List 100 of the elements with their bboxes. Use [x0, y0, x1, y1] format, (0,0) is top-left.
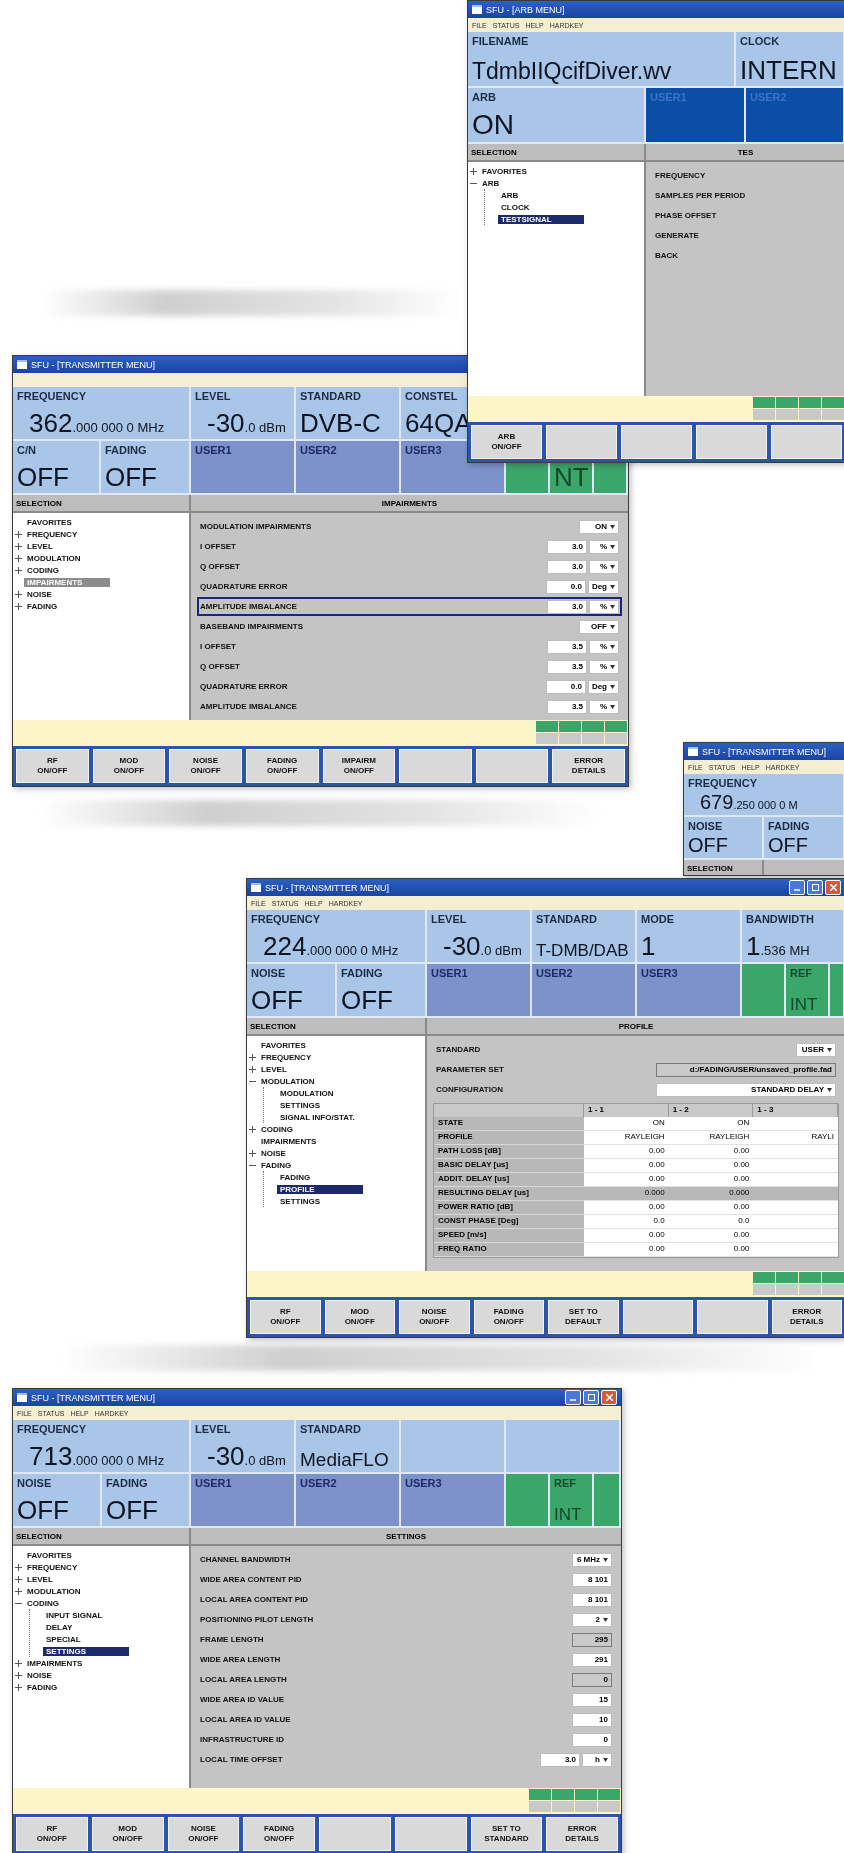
expand-icon[interactable]: [15, 1683, 22, 1691]
tree-item[interactable]: FREQUENCY: [24, 1562, 81, 1572]
tree-item[interactable]: SIGNAL INFO/STAT.: [277, 1112, 358, 1122]
dropdown[interactable]: 6 MHz: [572, 1552, 612, 1567]
expand-icon[interactable]: [15, 554, 22, 562]
input-field[interactable]: 3.5: [547, 659, 587, 674]
tree-item[interactable]: ARB: [479, 178, 503, 188]
tree-item[interactable]: CODING: [24, 565, 62, 575]
softkey[interactable]: ERROR DETAILS: [552, 749, 625, 783]
close-button[interactable]: [601, 1390, 617, 1405]
expand-icon[interactable]: [249, 1149, 256, 1157]
unit-dropdown[interactable]: %: [589, 559, 619, 574]
expand-icon[interactable]: [15, 1575, 22, 1583]
softkey[interactable]: NOISE ON/OFF: [167, 1817, 240, 1851]
close-button[interactable]: [825, 880, 841, 895]
unit-dropdown[interactable]: %: [589, 599, 619, 614]
tree-item[interactable]: FREQUENCY: [24, 529, 81, 539]
unit-dropdown[interactable]: Deg: [587, 679, 619, 694]
minimize-button[interactable]: [565, 1390, 581, 1405]
input-field[interactable]: 3.0: [547, 539, 587, 554]
input-field[interactable]: 10: [572, 1712, 612, 1727]
softkey[interactable]: FADING ON/OFF: [243, 1817, 315, 1851]
tree-item[interactable]: IMPAIRMENTS: [258, 1136, 320, 1146]
softkey[interactable]: SET TO DEFAULT: [548, 1300, 619, 1334]
readonly-field[interactable]: d:/FADING/USER/unsaved_profile.fad: [656, 1062, 836, 1077]
tree-item[interactable]: CODING: [24, 1598, 62, 1608]
tree-item[interactable]: CLOCK: [498, 202, 533, 212]
expand-icon[interactable]: [15, 602, 22, 610]
blank-softkey[interactable]: [475, 749, 549, 783]
tree-item[interactable]: LEVEL: [24, 1574, 56, 1584]
tree-item[interactable]: FADING: [24, 601, 61, 611]
input-field[interactable]: 3.0: [540, 1752, 580, 1767]
expand-icon[interactable]: [15, 1563, 22, 1571]
tree-item[interactable]: LEVEL: [24, 541, 56, 551]
tree-item[interactable]: FAVORITES: [24, 1550, 75, 1560]
minimize-button[interactable]: [789, 880, 805, 895]
tree-item[interactable]: TESTSIGNAL: [498, 214, 584, 224]
tree-item[interactable]: FAVORITES: [258, 1040, 309, 1050]
readonly-field[interactable]: 295: [572, 1632, 612, 1647]
unit-dropdown[interactable]: %: [589, 659, 619, 674]
unit-dropdown[interactable]: h: [582, 1752, 612, 1767]
input-field[interactable]: 8 101: [572, 1592, 612, 1607]
expand-icon[interactable]: [15, 590, 22, 598]
unit-dropdown[interactable]: %: [589, 539, 619, 554]
tree-item[interactable]: NOISE: [24, 589, 55, 599]
expand-icon[interactable]: [249, 1125, 256, 1133]
softkey[interactable]: MOD ON/OFF: [324, 1300, 395, 1334]
tree-item[interactable]: SETTINGS: [43, 1646, 129, 1656]
input-field[interactable]: 15: [572, 1692, 612, 1707]
softkey[interactable]: RF ON/OFF: [250, 1300, 321, 1334]
unit-dropdown[interactable]: %: [589, 699, 619, 714]
input-field[interactable]: 291: [572, 1652, 612, 1667]
expand-icon[interactable]: [249, 1053, 256, 1061]
unit-dropdown[interactable]: %: [589, 639, 619, 654]
expand-icon[interactable]: [470, 167, 477, 175]
dropdown[interactable]: ON: [579, 519, 619, 534]
tree-item[interactable]: FAVORITES: [24, 517, 75, 527]
tree-item[interactable]: NOISE: [24, 1670, 55, 1680]
softkey[interactable]: ERROR DETAILS: [546, 1817, 618, 1851]
expand-icon[interactable]: [15, 566, 22, 574]
dropdown[interactable]: STANDARD DELAY: [656, 1082, 836, 1097]
input-field[interactable]: 0.0: [545, 579, 586, 594]
tree-item[interactable]: CODING: [258, 1124, 296, 1134]
tree-item[interactable]: PROFILE: [277, 1184, 363, 1194]
unit-dropdown[interactable]: Deg: [587, 579, 619, 594]
tree-item[interactable]: SETTINGS: [277, 1100, 323, 1110]
input-field[interactable]: 3.0: [547, 559, 587, 574]
softkey[interactable]: MOD ON/OFF: [91, 1817, 164, 1851]
maximize-button[interactable]: [807, 880, 823, 895]
input-field[interactable]: 0: [572, 1732, 612, 1747]
tree-item[interactable]: SPECIAL: [43, 1634, 84, 1644]
tree-item[interactable]: FADING: [258, 1160, 295, 1170]
tree-item[interactable]: FREQUENCY: [258, 1052, 315, 1062]
softkey[interactable]: SET TO STANDARD: [470, 1817, 543, 1851]
expand-icon[interactable]: [15, 1671, 22, 1679]
softkey[interactable]: RF ON/OFF: [16, 1817, 88, 1851]
input-field[interactable]: 0.0: [545, 679, 586, 694]
softkey[interactable]: FADING ON/OFF: [473, 1300, 544, 1334]
input-field[interactable]: 8 101: [572, 1572, 612, 1587]
tree-item[interactable]: MODULATION: [24, 1586, 84, 1596]
tree-item[interactable]: FADING: [24, 1682, 61, 1692]
tree-item[interactable]: IMPAIRMENTS: [24, 1658, 86, 1668]
softkey[interactable]: ARB ON/OFF: [471, 425, 542, 459]
input-field[interactable]: 3.5: [547, 699, 587, 714]
softkey[interactable]: RF ON/OFF: [16, 749, 89, 783]
tree-item[interactable]: INPUT SIGNAL: [43, 1610, 106, 1620]
tree-item[interactable]: DELAY: [43, 1622, 76, 1632]
tree-item[interactable]: LEVEL: [258, 1064, 290, 1074]
readonly-field[interactable]: 0: [572, 1672, 612, 1687]
expand-icon[interactable]: [15, 1659, 22, 1667]
softkey[interactable]: NOISE ON/OFF: [169, 749, 242, 783]
dropdown[interactable]: 2: [572, 1612, 612, 1627]
softkey[interactable]: MOD ON/OFF: [92, 749, 166, 783]
input-field[interactable]: 3.5: [547, 639, 587, 654]
tree-item[interactable]: ARB: [498, 190, 522, 200]
tree-item[interactable]: NOISE: [258, 1148, 289, 1158]
tree-item[interactable]: FAVORITES: [479, 166, 530, 176]
softkey[interactable]: IMPAIRM ON/OFF: [322, 749, 396, 783]
tree-item[interactable]: FADING: [277, 1172, 314, 1182]
tree-item[interactable]: SETTINGS: [277, 1196, 323, 1206]
